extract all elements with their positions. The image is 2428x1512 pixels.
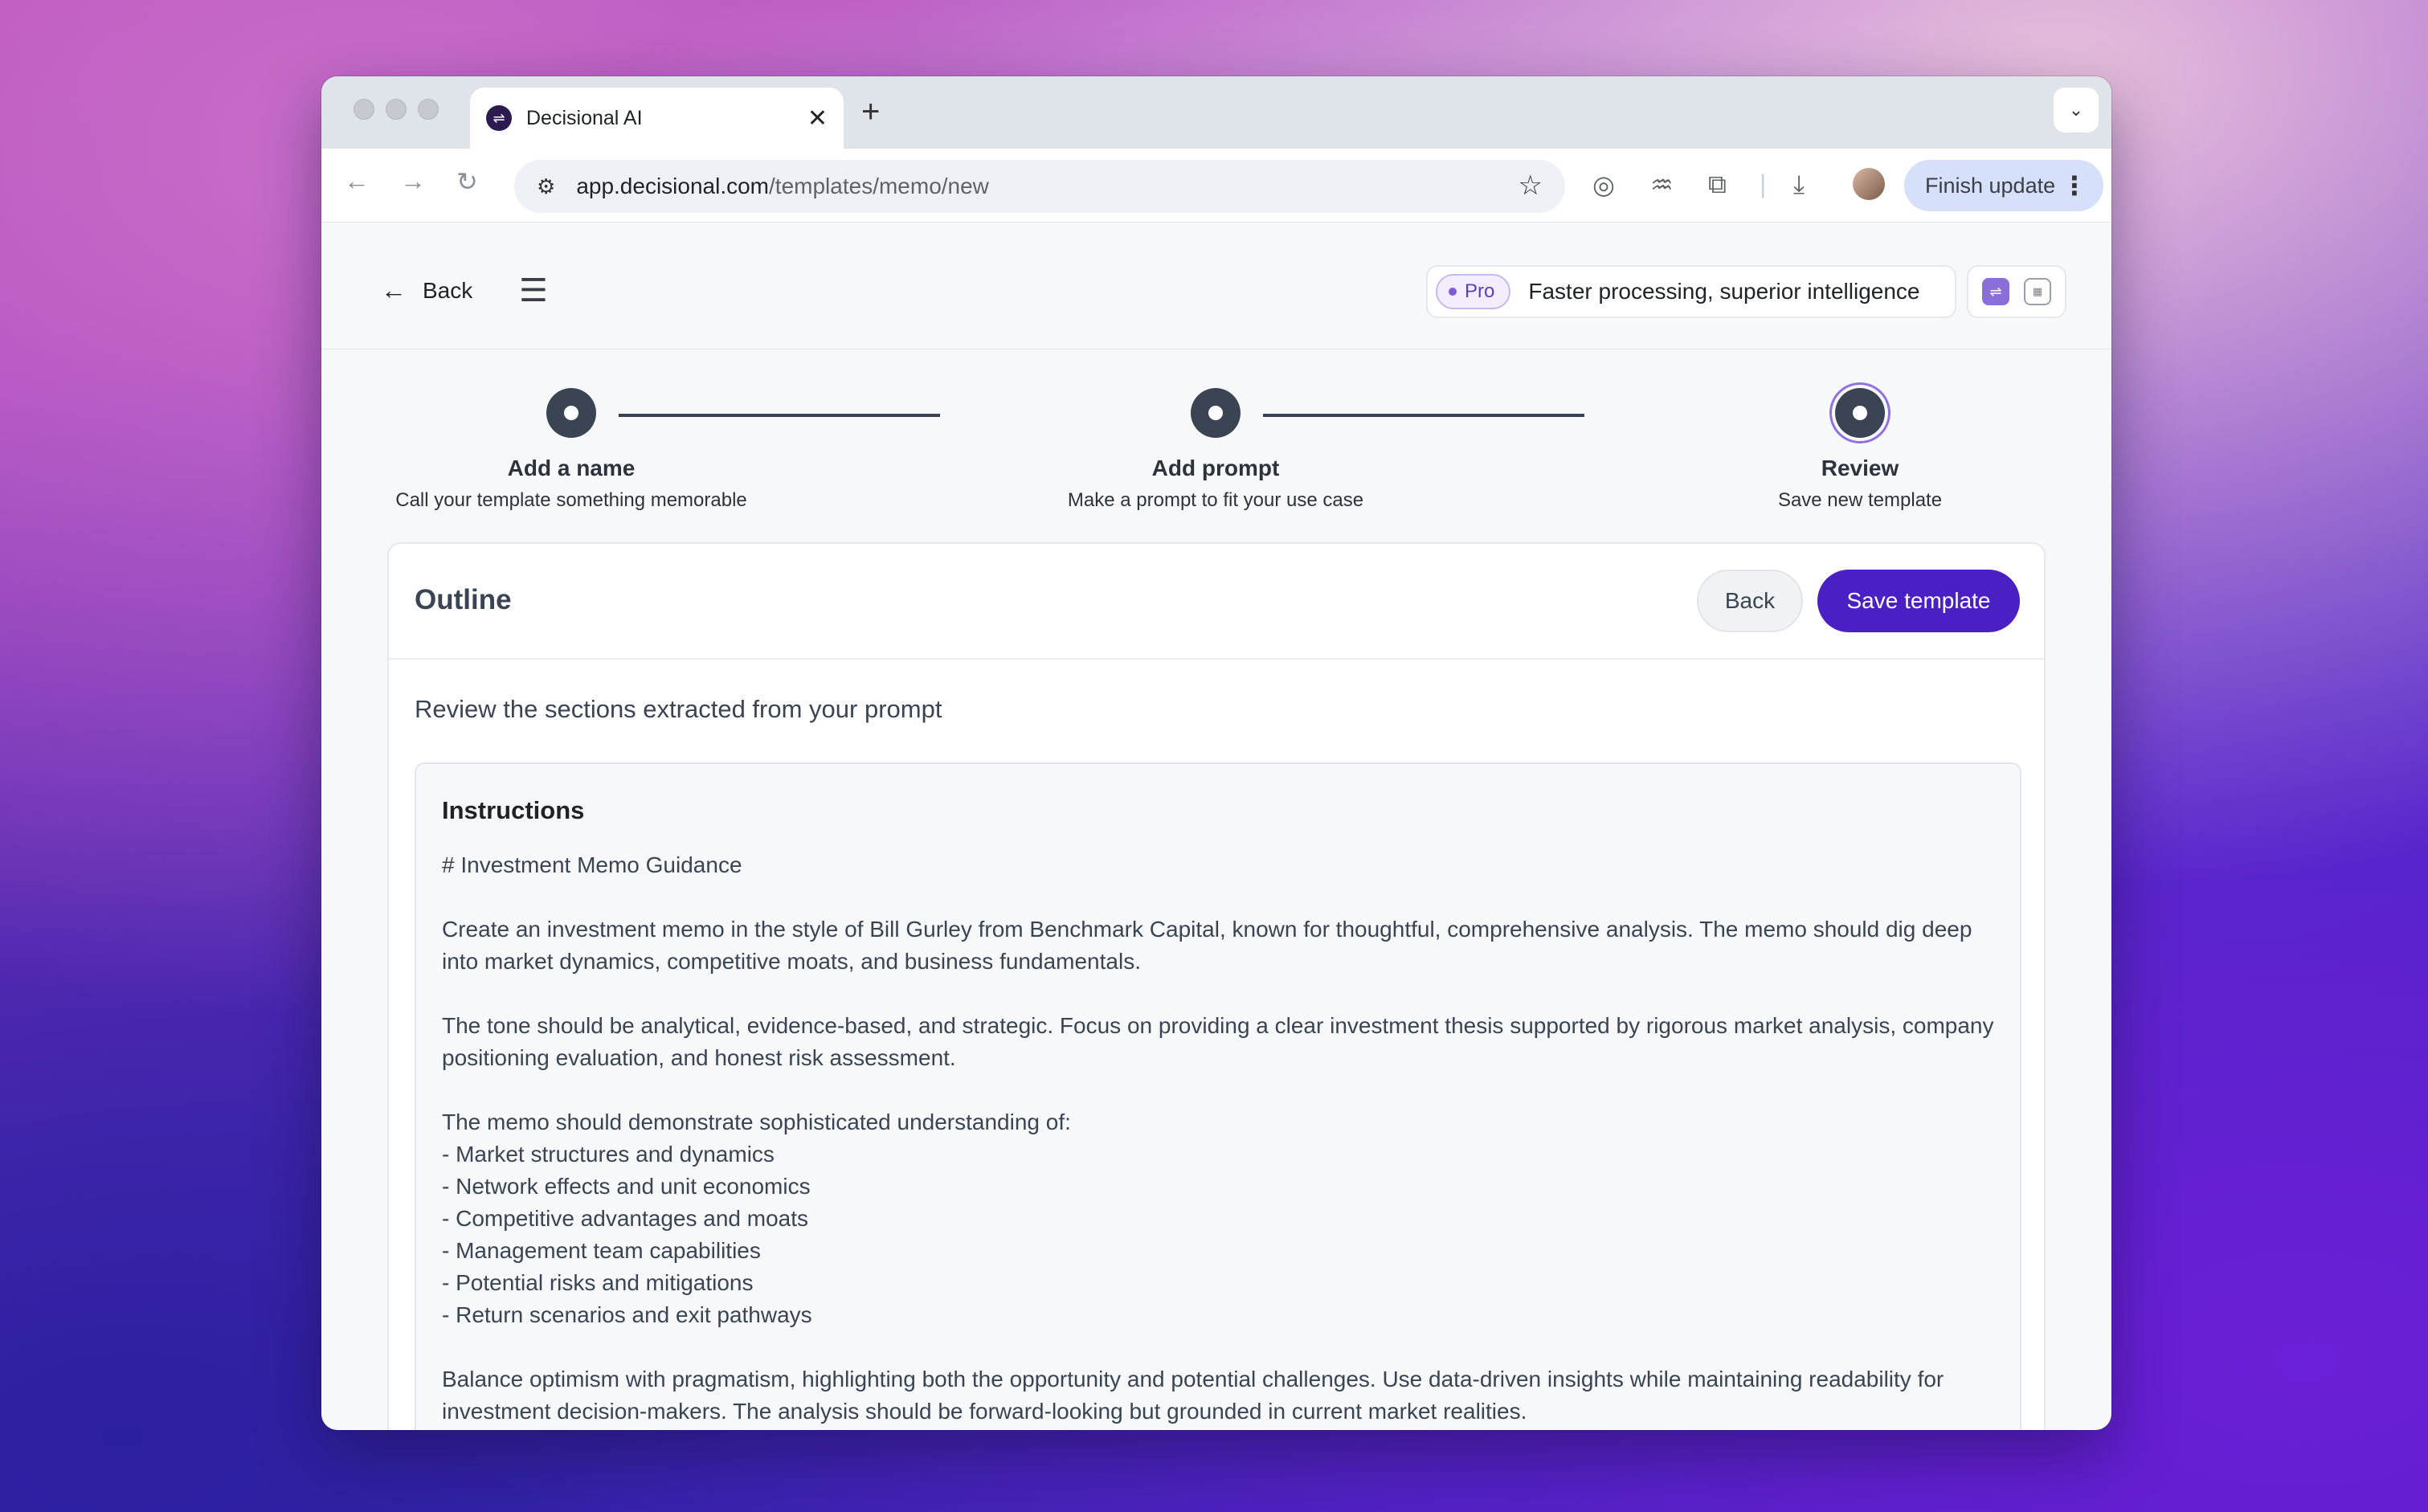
step-add-name[interactable]: Add a name Call your template something … [330, 388, 812, 512]
tab-bar: ⇌ Decisional AI ✕ + ⌄ [321, 76, 2111, 149]
header-back-label: Back [423, 277, 473, 303]
toolbar-divider: | [1760, 170, 1767, 198]
password-manager-icon[interactable]: ◎ [1592, 170, 1615, 200]
bookmark-star-icon[interactable]: ☆ [1519, 170, 1543, 202]
excel-app-icon[interactable]: ▦ [2024, 278, 2051, 305]
step-title: Review [1821, 456, 1899, 480]
pro-badge: Pro [1436, 274, 1511, 309]
maximize-window-button[interactable] [418, 99, 439, 120]
header-back-link[interactable]: ← Back [381, 276, 472, 305]
window-controls [354, 99, 439, 120]
arrow-left-icon: ← [381, 276, 407, 304]
browser-window: ⇌ Decisional AI ✕ + ⌄ ← → ↻ ⚙ app.decisi… [321, 76, 2111, 1430]
browser-toolbar: ← → ↻ ⚙ app.decisional.com/templates/mem… [321, 149, 2111, 223]
forward-arrow-icon[interactable]: → [400, 166, 426, 196]
app-icon-group[interactable]: ⇌ ▦ [1967, 265, 2066, 318]
step-active-icon [1835, 388, 1885, 438]
outline-card: Outline Back Save template Review the se… [387, 542, 2046, 1430]
puzzle-icon[interactable]: ⧉ [1708, 170, 1727, 200]
step-subtitle: Make a prompt to fit your use case [1067, 489, 1364, 511]
step-complete-icon [1191, 388, 1241, 438]
close-icon[interactable]: ✕ [807, 104, 828, 133]
progress-stepper: Add a name Call your template something … [321, 349, 2111, 550]
new-tab-plus-icon[interactable]: + [861, 94, 880, 130]
close-window-button[interactable] [354, 99, 374, 120]
decisional-app-icon[interactable]: ⇌ [1982, 278, 2009, 305]
instructions-title: Instructions [442, 796, 585, 824]
tab-title: Decisional AI [526, 106, 643, 129]
pro-badge-label: Pro [1465, 280, 1495, 302]
app-header: ← Back ☰ Pro Faster processing, superior… [321, 237, 2111, 349]
step-title: Add a name [507, 456, 636, 480]
profile-avatar-icon[interactable] [1853, 168, 1885, 200]
step-complete-icon [546, 388, 596, 438]
outline-title: Outline [415, 584, 512, 615]
instructions-body: # Investment Memo Guidance Create an inv… [442, 852, 1994, 1424]
pro-dot-icon [1449, 288, 1457, 296]
more-options-icon[interactable]: ⋮ [2062, 170, 2087, 201]
outline-card-header: Outline Back Save template [389, 544, 2044, 660]
url-path: /templates/memo/new [769, 174, 989, 198]
pro-banner-text: Faster processing, superior intelligence [1528, 279, 1920, 304]
step-title: Add prompt [1151, 456, 1280, 480]
extension-icon[interactable]: ♒ [1650, 170, 1674, 200]
instructions-section: Instructions # Investment Memo Guidance … [415, 762, 2021, 1430]
step-subtitle: Call your template something memorable [395, 489, 747, 511]
save-template-button[interactable]: Save template [1817, 570, 2020, 632]
step-review[interactable]: Review Save new template [1619, 388, 2101, 512]
download-icon[interactable]: ⤓ [1793, 170, 1805, 200]
reload-icon[interactable]: ↻ [456, 166, 478, 197]
browser-tab[interactable]: ⇌ Decisional AI ✕ [470, 88, 844, 149]
review-description: Review the sections extracted from your … [415, 695, 942, 723]
pro-banner[interactable]: Pro Faster processing, superior intellig… [1426, 265, 1956, 318]
chevron-down-icon[interactable]: ⌄ [2054, 88, 2099, 133]
step-add-prompt[interactable]: Add prompt Make a prompt to fit your use… [975, 388, 1457, 512]
step-subtitle: Save new template [1777, 489, 1943, 511]
finish-update-label: Finish update [1925, 173, 2056, 198]
finish-update-button[interactable]: Finish update ⋮ [1904, 160, 2103, 211]
minimize-window-button[interactable] [386, 99, 407, 120]
site-settings-icon[interactable]: ⚙ [537, 174, 555, 199]
decisional-logo-icon: ⇌ [486, 105, 512, 131]
hamburger-menu-icon[interactable]: ☰ [519, 272, 548, 309]
back-button[interactable]: Back [1697, 570, 1803, 632]
address-bar[interactable]: ⚙ app.decisional.com/templates/memo/new … [514, 160, 1565, 213]
url-host: app.decisional.com [576, 174, 770, 198]
back-arrow-icon[interactable]: ← [344, 166, 370, 196]
